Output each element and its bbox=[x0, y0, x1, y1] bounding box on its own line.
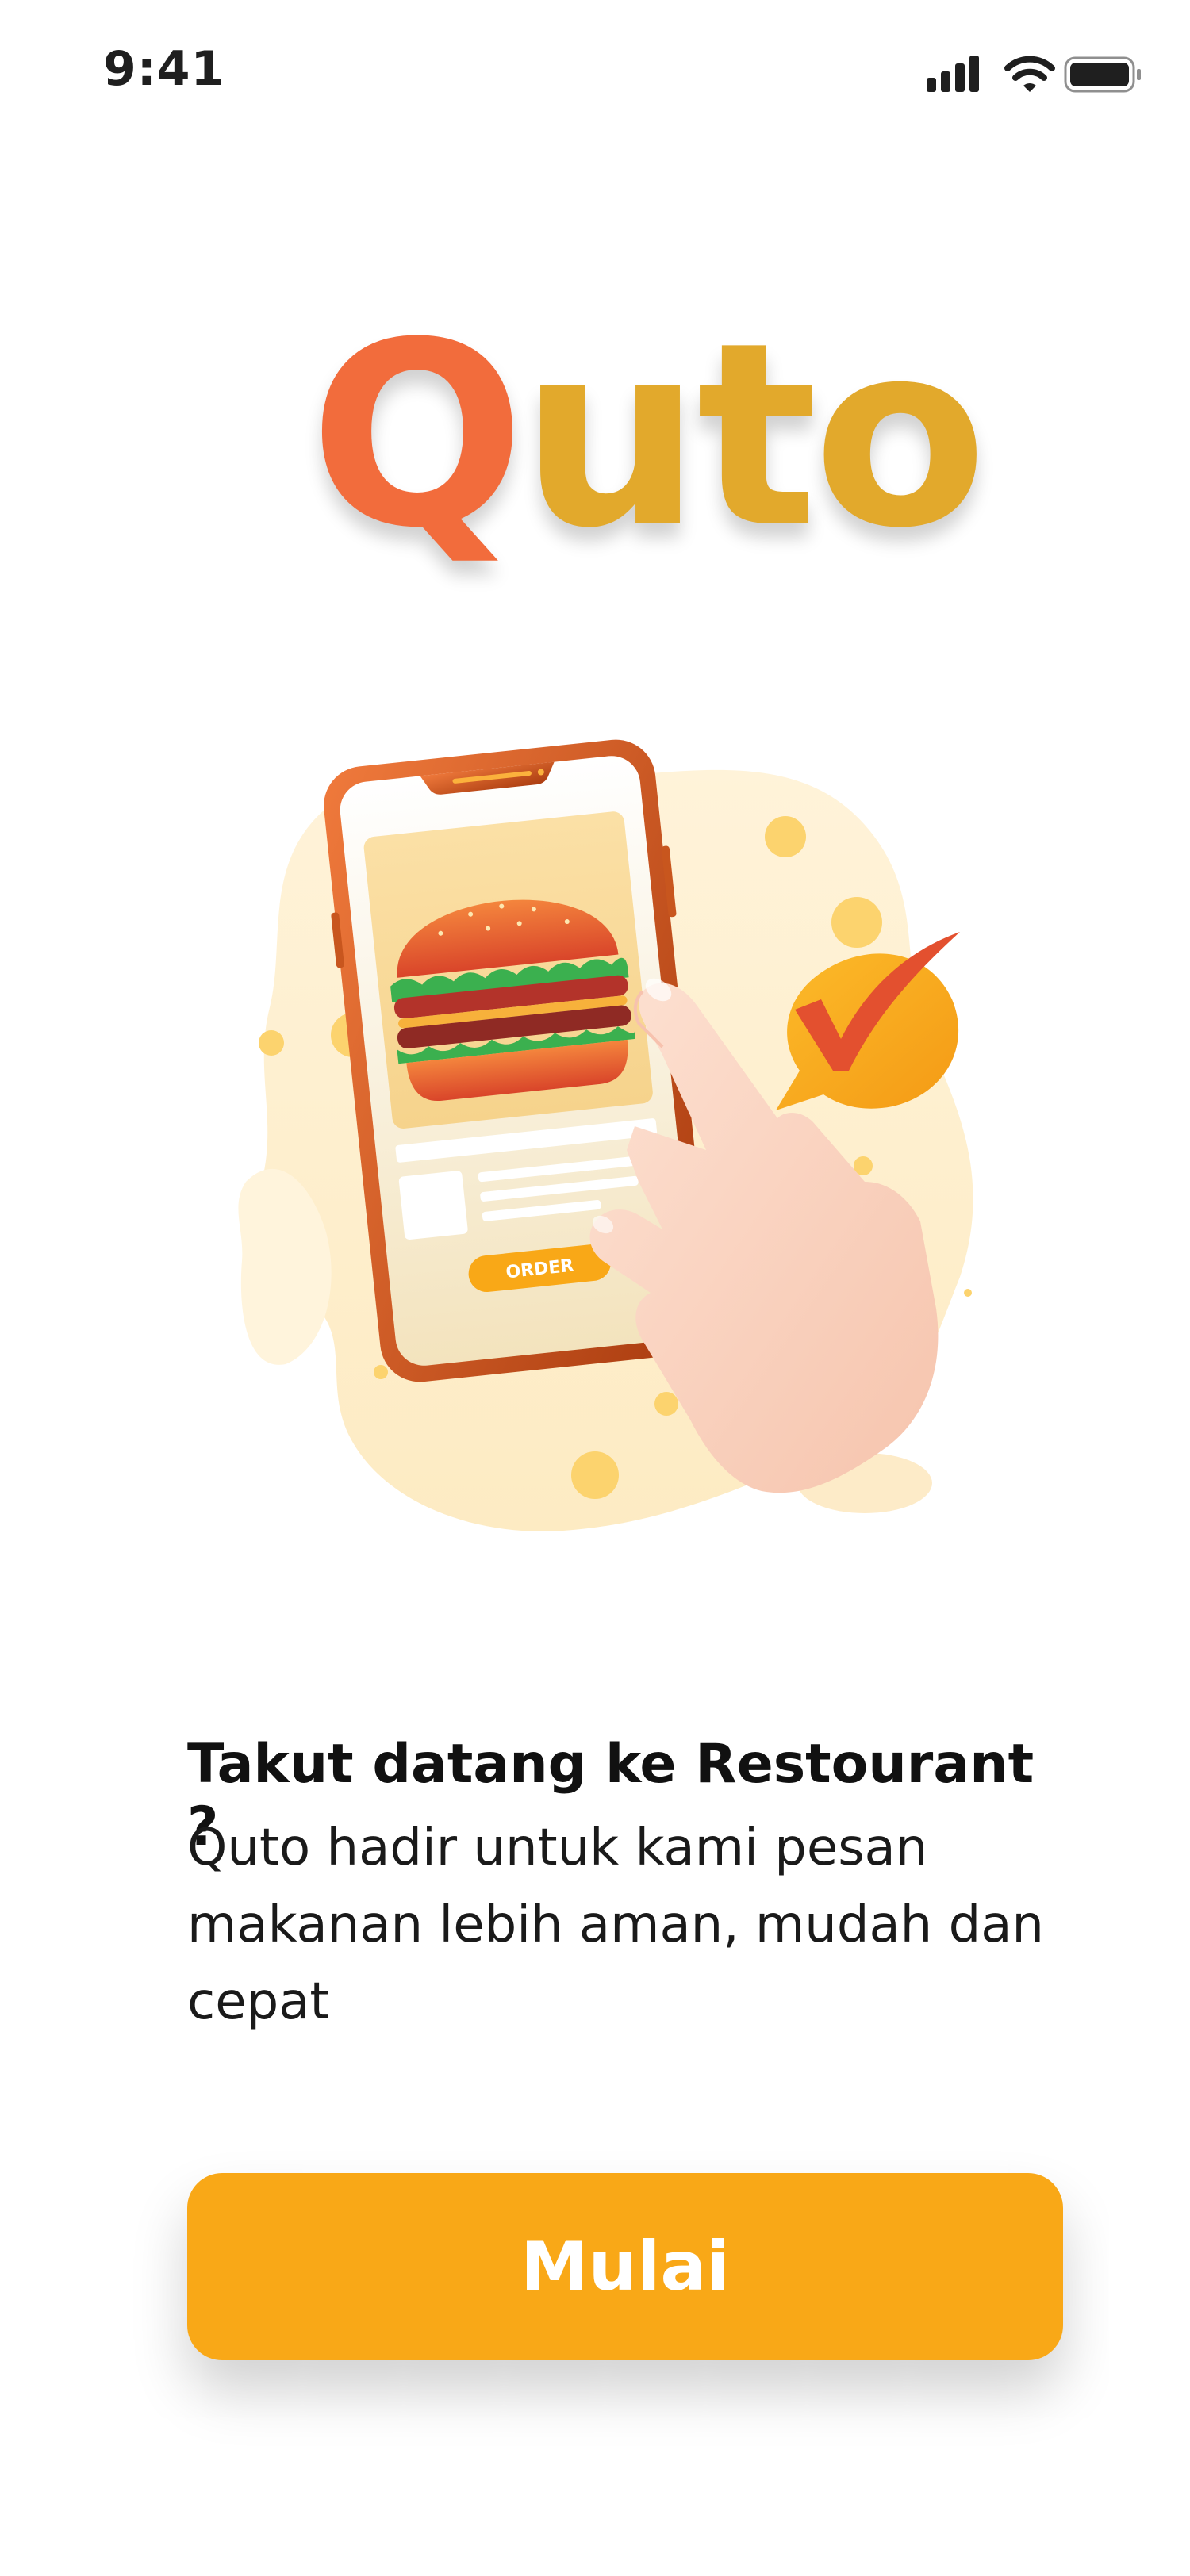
logo-first-letter: Q bbox=[309, 289, 525, 584]
food-order-illustration: ORDER bbox=[238, 739, 973, 1531]
wifi-icon bbox=[1004, 56, 1055, 92]
cellular-signal-icon bbox=[927, 56, 979, 92]
status-icons bbox=[927, 56, 1141, 93]
app-logo: Quto bbox=[309, 309, 988, 571]
logo-wordmark: Quto bbox=[309, 309, 988, 563]
intro-description: Quto hadir untuk kami pesan makanan lebi… bbox=[187, 1819, 1044, 2031]
start-button[interactable]: Mulai bbox=[187, 2173, 1063, 2360]
battery-icon bbox=[1064, 56, 1141, 93]
status-time: 9:41 bbox=[103, 41, 225, 97]
status-bar: 9:41 bbox=[0, 0, 1190, 143]
logo-rest-letters: uto bbox=[520, 289, 988, 584]
